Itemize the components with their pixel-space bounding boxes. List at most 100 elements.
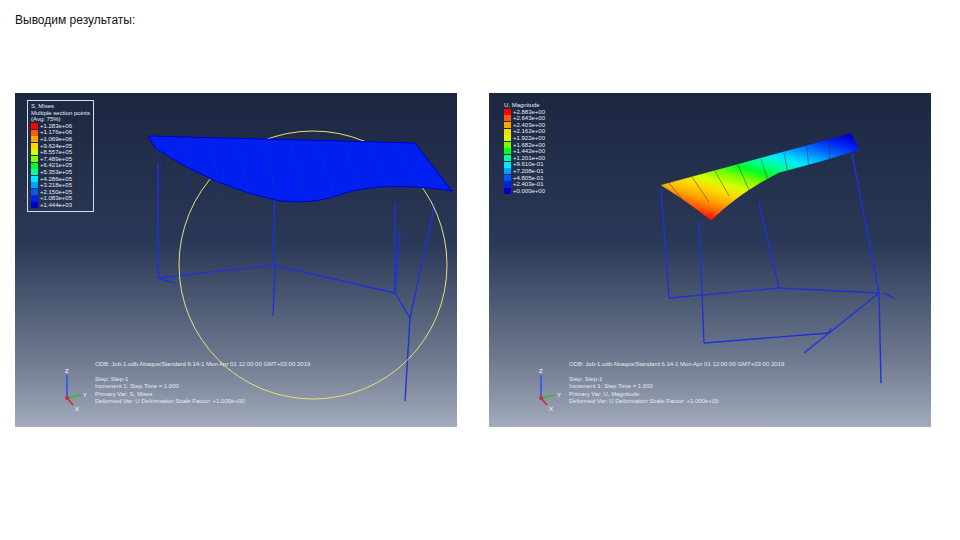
legend-value: +5.353e+05 bbox=[40, 169, 72, 176]
viewport-info: ODB: Job-1.odb Abaqus/Standard 6.14-1 Mo… bbox=[95, 361, 310, 406]
legend-swatch bbox=[504, 135, 511, 141]
legend-value: +8.557e+05 bbox=[40, 149, 72, 156]
legend-swatch bbox=[31, 202, 38, 208]
info-line: Increment 1: Step Time = 1.000 bbox=[569, 383, 784, 391]
viewport[interactable]: ZYXU, Magnitude+2.883e+00+2.643e+00+2.40… bbox=[489, 93, 931, 427]
legend-title: S, Mises bbox=[31, 103, 90, 110]
legend-swatch bbox=[504, 188, 511, 194]
legend-entry: +9.624e+05 bbox=[31, 143, 90, 150]
legend-swatch bbox=[31, 136, 38, 142]
legend-entry: +1.069e+06 bbox=[31, 136, 90, 143]
legend-value: +2.643e+00 bbox=[513, 115, 545, 122]
info-line: Deformed Var: U Deformation Scale Factor… bbox=[95, 398, 310, 406]
legend-entry: +1.682e+00 bbox=[504, 142, 545, 149]
legend-entry: +1.442e+00 bbox=[504, 148, 545, 155]
legend-entry: +9.610e-01 bbox=[504, 161, 545, 168]
axis-label: X bbox=[75, 406, 79, 412]
legend-value: +2.403e-01 bbox=[513, 181, 544, 188]
info-line: Primary Var: S, Mises bbox=[95, 391, 310, 399]
info-line: Deformed Var: U Deformation Scale Factor… bbox=[569, 398, 784, 406]
legend-value: +2.150e+05 bbox=[40, 189, 72, 196]
legend-swatch bbox=[504, 155, 511, 161]
legend-swatch bbox=[504, 162, 511, 168]
legend-value: +1.442e+00 bbox=[513, 148, 545, 155]
legend-value: +2.403e+00 bbox=[513, 122, 545, 129]
legend-entry: +7.208e-01 bbox=[504, 168, 545, 175]
legend-value: +9.624e+05 bbox=[40, 143, 72, 150]
legend-entry: +2.643e+00 bbox=[504, 115, 545, 122]
contour-legend: S, MisesMultiple section points(Avg: 75%… bbox=[27, 100, 94, 212]
legend-entry: +6.421e+05 bbox=[31, 162, 90, 169]
model-plot[interactable]: ZYX bbox=[489, 93, 931, 427]
axis-label: X bbox=[549, 406, 553, 412]
legend-swatch bbox=[504, 142, 511, 148]
slide-title: Выводим результаты: bbox=[15, 12, 945, 28]
legend-value: +1.444e+03 bbox=[40, 202, 72, 209]
legend-value: +1.069e+06 bbox=[40, 136, 72, 143]
legend-value: +9.610e-01 bbox=[513, 161, 544, 168]
legend-entry: +5.353e+05 bbox=[31, 169, 90, 176]
legend-value: +3.218e+05 bbox=[40, 182, 72, 189]
legend-value: +1.283e+06 bbox=[40, 123, 72, 130]
odb-info: ODB: Job-1.odb Abaqus/Standard 6.14-1 Mo… bbox=[569, 361, 784, 369]
legend-value: +4.286e+05 bbox=[40, 176, 72, 183]
legend-entry: +4.286e+05 bbox=[31, 176, 90, 183]
legend-swatch bbox=[31, 182, 38, 188]
legend-value: +1.682e+00 bbox=[513, 142, 545, 149]
legend-swatch bbox=[31, 149, 38, 155]
legend-swatch bbox=[31, 163, 38, 169]
legend-value: +6.421e+05 bbox=[40, 162, 72, 169]
legend-swatch bbox=[31, 156, 38, 162]
axis-label: Z bbox=[65, 368, 69, 374]
legend-swatch bbox=[504, 122, 511, 128]
legend-swatch bbox=[504, 168, 511, 174]
legend-entry: +2.150e+05 bbox=[31, 189, 90, 196]
legend-entry: +3.218e+05 bbox=[31, 182, 90, 189]
axis-triad-icon: ZYX bbox=[539, 368, 561, 412]
contour-legend: U, Magnitude+2.883e+00+2.643e+00+2.403e+… bbox=[501, 100, 548, 196]
legend-swatch bbox=[504, 129, 511, 135]
legend-swatch bbox=[31, 169, 38, 175]
legend-value: +7.208e-01 bbox=[513, 168, 544, 175]
legend-entry: +0.000e+00 bbox=[504, 188, 545, 195]
axis-label: Y bbox=[83, 392, 87, 398]
legend-entry: +2.403e+00 bbox=[504, 122, 545, 129]
legend-value: +1.922e+00 bbox=[513, 135, 545, 142]
legend-swatch bbox=[31, 189, 38, 195]
legend-swatch bbox=[31, 196, 38, 202]
info-line: Increment 1: Step Time = 1.000 bbox=[95, 383, 310, 391]
info-line: Step: Step-1 bbox=[569, 376, 784, 384]
legend-entry: +1.922e+00 bbox=[504, 135, 545, 142]
legend-value: +1.176e+06 bbox=[40, 129, 72, 136]
legend-swatch bbox=[31, 130, 38, 136]
info-line: Step: Step-1 bbox=[95, 376, 310, 384]
legend-value: +2.162e+00 bbox=[513, 128, 545, 135]
legend-entry: +1.201e+00 bbox=[504, 155, 545, 162]
legend-entry: +8.557e+05 bbox=[31, 149, 90, 156]
info-line: Primary Var: U, Magnitude bbox=[569, 391, 784, 399]
legend-swatch bbox=[31, 176, 38, 182]
viewport-info: ODB: Job-1.odb Abaqus/Standard 6.14-1 Mo… bbox=[569, 361, 784, 406]
legend-value: +1.083e+05 bbox=[40, 195, 72, 202]
odb-info: ODB: Job-1.odb Abaqus/Standard 6.14-1 Mo… bbox=[95, 361, 310, 369]
legend-value: +4.805e-01 bbox=[513, 175, 544, 182]
legend-swatch bbox=[504, 148, 511, 154]
legend-entry: +2.162e+00 bbox=[504, 128, 545, 135]
legend-title: U, Magnitude bbox=[504, 102, 545, 109]
legend-swatch bbox=[504, 181, 511, 187]
legend-entry: +4.805e-01 bbox=[504, 175, 545, 182]
legend-swatch bbox=[504, 175, 511, 181]
viewport[interactable]: Z Y X S, MisesMultiple section points(Avg: … bbox=[15, 93, 457, 427]
legend-entry: +1.444e+03 bbox=[31, 202, 90, 209]
legend-note: Multiple section points bbox=[31, 110, 90, 117]
axis-label: Z bbox=[539, 368, 543, 374]
legend-entry: +7.489e+05 bbox=[31, 156, 90, 163]
legend-swatch bbox=[31, 143, 38, 149]
model-plot[interactable]: Z Y X bbox=[15, 93, 457, 427]
legend-value: +7.489e+05 bbox=[40, 156, 72, 163]
legend-swatch bbox=[504, 109, 511, 115]
legend-value: +1.201e+00 bbox=[513, 155, 545, 162]
legend-value: +0.000e+00 bbox=[513, 188, 545, 195]
legend-swatch bbox=[31, 123, 38, 129]
legend-entry: +2.883e+00 bbox=[504, 109, 545, 116]
